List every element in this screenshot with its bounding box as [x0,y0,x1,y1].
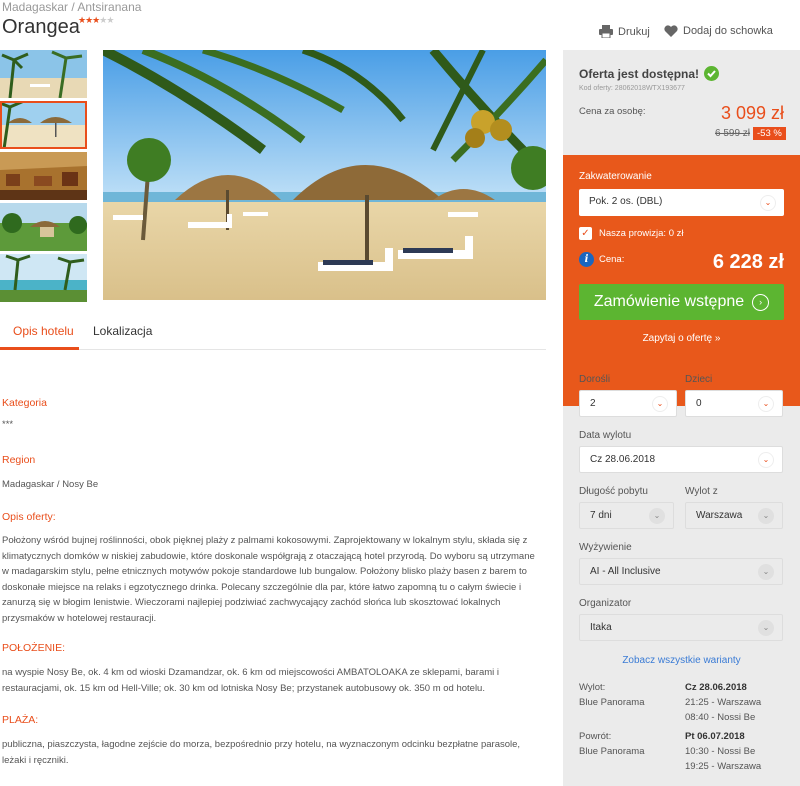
star-empty-icon: ★ [106,15,114,25]
commission-checkbox[interactable]: ✓ [579,227,592,240]
check-circle-icon [704,66,720,81]
departure-date-value: Cz 28.06.2018 [590,454,656,465]
accommodation-value: Pok. 2 os. (DBL) [589,196,663,207]
section-title-category: Kategoria [2,397,47,409]
departure-from-value: Warszawa [696,510,743,521]
stay-length-value: 7 dni [590,510,612,521]
outbound-arrival: 08:40 - Nossi Be [685,712,756,723]
breadcrumb[interactable]: Madagaskar / Antsiranana [2,0,141,14]
per-person-price: 3 099 zł [720,103,784,123]
chevron-down-icon: ⌄ [652,395,668,412]
chevron-down-icon: ⌄ [649,507,665,524]
departure-date-label: Data wylotu [579,430,632,441]
active-tab-indicator [0,347,79,350]
chevron-down-icon: ⌄ [758,451,774,468]
adults-label: Dorośli [579,374,611,385]
pre-order-button[interactable]: Zamówienie wstępne › [579,284,784,320]
arrow-right-icon: › [752,293,770,311]
commission-label: Nasza prowizja: 0 zł [599,228,684,239]
all-variants-link[interactable]: Zobacz wszystkie warianty [563,655,800,666]
booking-sidebar: Oferta jest dostępna! Kod oferty: 280620… [563,50,800,786]
inbound-departure: 10:30 - Nossi Be [685,746,756,757]
section-title-offer: Opis oferty: [2,511,56,523]
printer-icon [599,25,613,38]
adults-select[interactable]: 2 ⌄ [579,390,677,417]
print-label: Drukuj [618,25,650,38]
thumbnail-3[interactable] [0,152,87,200]
children-select[interactable]: 0 ⌄ [685,390,783,417]
departure-from-select[interactable]: Warszawa ⌄ [685,502,783,529]
offer-code: Kod oferty: 28062018WTX193677 [579,85,685,92]
organizer-select[interactable]: Itaka ⌄ [579,614,783,641]
thumbnail-2[interactable] [0,101,87,149]
chevron-down-icon: ⌄ [760,194,776,211]
hotel-stars: ★★★★★ [78,15,114,26]
outbound-departure: 21:25 - Warszawa [685,697,762,708]
availability-text: Oferta jest dostępna! [579,66,700,81]
board-value: AI - All Inclusive [590,566,661,577]
old-price: 6 599 zł [715,128,751,139]
booking-panel: Zakwaterowanie Pok. 2 os. (DBL) ⌄ ✓ Nasz… [563,155,800,406]
inbound-carrier: Blue Panorama [579,746,645,757]
info-icon[interactable]: i [579,252,594,267]
section-title-beach: PLAŻA: [2,714,39,726]
inbound-label: Powrót: [579,731,612,742]
chevron-down-icon: ⌄ [758,507,774,524]
section-text-region: Madagaskar / Nosy Be [2,479,99,490]
price-label: Cena: [599,254,625,265]
photo-thumbnails [0,50,88,305]
section-text-beach: publiczna, piaszczysta, łagodne zejście … [2,739,521,766]
outbound-label: Wylot: [579,682,606,693]
section-text-category: *** [2,419,14,430]
section-title-region: Region [2,454,36,466]
stay-length-select[interactable]: 7 dni ⌄ [579,502,674,529]
departure-date-select[interactable]: Cz 28.06.2018 ⌄ [579,446,783,473]
accommodation-select[interactable]: Pok. 2 os. (DBL) ⌄ [579,189,784,216]
section-title-location: POŁOŻENIE: [2,642,66,654]
thumbnail-1[interactable] [0,50,87,98]
board-label: Wyżywienie [579,542,632,553]
heart-icon [664,25,678,37]
accommodation-label: Zakwaterowanie [579,171,652,182]
outbound-date: Cz 28.06.2018 [685,682,747,693]
total-price: 6 228 zł [712,251,784,273]
chevron-down-icon: ⌄ [758,563,774,580]
outbound-carrier: Blue Panorama [579,697,645,708]
children-value: 0 [696,398,702,409]
chevron-down-icon: ⌄ [758,619,774,636]
thumbnail-5[interactable] [0,254,87,302]
stay-length-label: Długość pobytu [579,486,648,497]
organizer-value: Itaka [590,622,612,633]
section-text-offer: Położony wśród bujnej roślinności, obok … [2,535,535,624]
organizer-label: Organizator [579,598,632,609]
tab-hotel-description[interactable]: Opis hotelu [13,324,74,338]
tab-location[interactable]: Lokalizacja [93,324,152,338]
hotel-tabs: Opis hotelu Lokalizacja [0,314,546,350]
inbound-arrival: 19:25 - Warszawa [685,761,762,772]
children-label: Dzieci [685,374,713,385]
main-hotel-photo[interactable] [103,50,546,300]
discount-badge: -53 % [753,127,786,140]
departure-from-label: Wylot z [685,486,718,497]
per-person-label: Cena za osobę: [579,106,646,117]
chevron-down-icon: ⌄ [758,395,774,412]
thumbnail-4[interactable] [0,203,87,251]
print-button[interactable]: Drukuj [599,25,650,38]
hotel-name: Orangea [2,16,80,38]
adults-value: 2 [590,398,596,409]
pre-order-label: Zamówienie wstępne [593,293,745,310]
availability-status: Oferta jest dostępna! [579,66,720,81]
favorites-label: Dodaj do schowka [683,25,773,37]
section-text-location: na wyspie Nosy Be, ok. 4 km od wioski Dz… [2,667,500,694]
ask-about-offer-link[interactable]: Zapytaj o ofertę » [563,333,800,344]
board-select[interactable]: AI - All Inclusive ⌄ [579,558,783,585]
inbound-date: Pt 06.07.2018 [685,731,745,742]
add-to-favorites-button[interactable]: Dodaj do schowka [664,25,773,37]
